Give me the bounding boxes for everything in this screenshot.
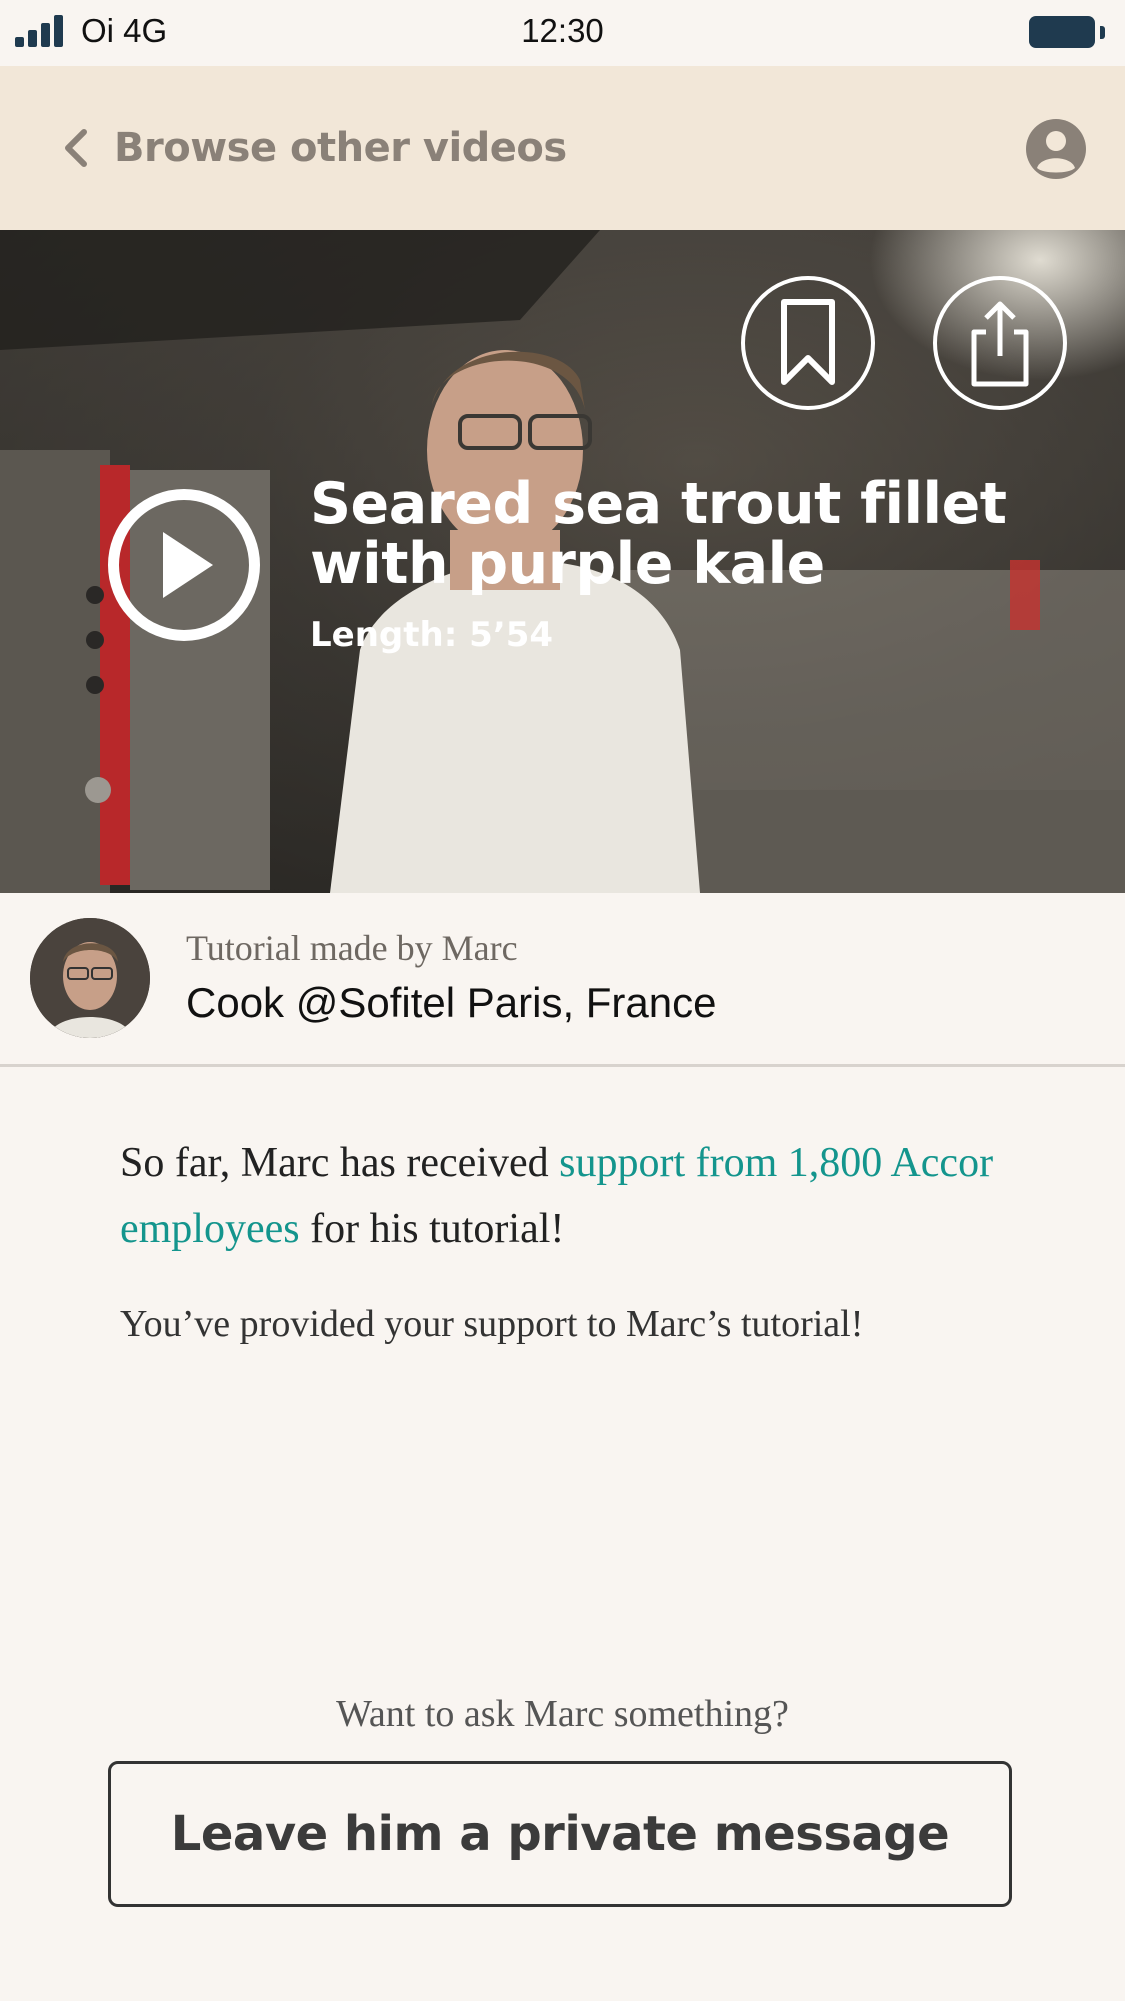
support-prefix: So far, Marc has received (120, 1140, 560, 1186)
back-label: Browse other videos (114, 125, 567, 171)
back-button[interactable]: Browse other videos (58, 118, 567, 178)
support-suffix: for his tutorial! (299, 1206, 565, 1252)
private-message-label: Leave him a private message (170, 1806, 950, 1862)
contact-prompt: Want to ask Marc something? (336, 1693, 789, 1735)
status-time: 12:30 (521, 12, 604, 49)
chevron-left-icon (65, 129, 87, 167)
video-length: Length: 5’54 (310, 615, 554, 655)
author-title: Cook @Sofitel Paris, France (186, 979, 717, 1026)
video-player[interactable]: Seared sea trout fillet with purple kale… (0, 230, 1125, 893)
play-button[interactable] (108, 489, 260, 641)
video-title: Seared sea trout fillet with purple kale (310, 471, 1007, 597)
support-message: So far, Marc has received support from 1… (120, 1130, 1020, 1262)
bookmark-button[interactable] (741, 276, 875, 410)
play-icon (163, 532, 213, 598)
avatar-image (30, 918, 150, 1038)
nav-bar: Browse other videos (0, 66, 1125, 230)
status-bar: Oi 4G 12:30 (0, 0, 1125, 66)
avatar[interactable] (30, 918, 150, 1038)
battery-icon (1029, 16, 1105, 50)
bookmark-icon (781, 299, 835, 385)
share-icon (971, 301, 1029, 387)
private-message-button[interactable]: Leave him a private message (108, 1761, 1012, 1907)
user-circle-icon[interactable] (1025, 118, 1087, 180)
share-button[interactable] (933, 276, 1067, 410)
author-subtitle: Tutorial made by Marc (186, 928, 518, 968)
support-provided-note: You’ve provided your support to Marc’s t… (120, 1303, 864, 1345)
author-row[interactable]: Tutorial made by Marc Cook @Sofitel Pari… (0, 893, 1125, 1067)
